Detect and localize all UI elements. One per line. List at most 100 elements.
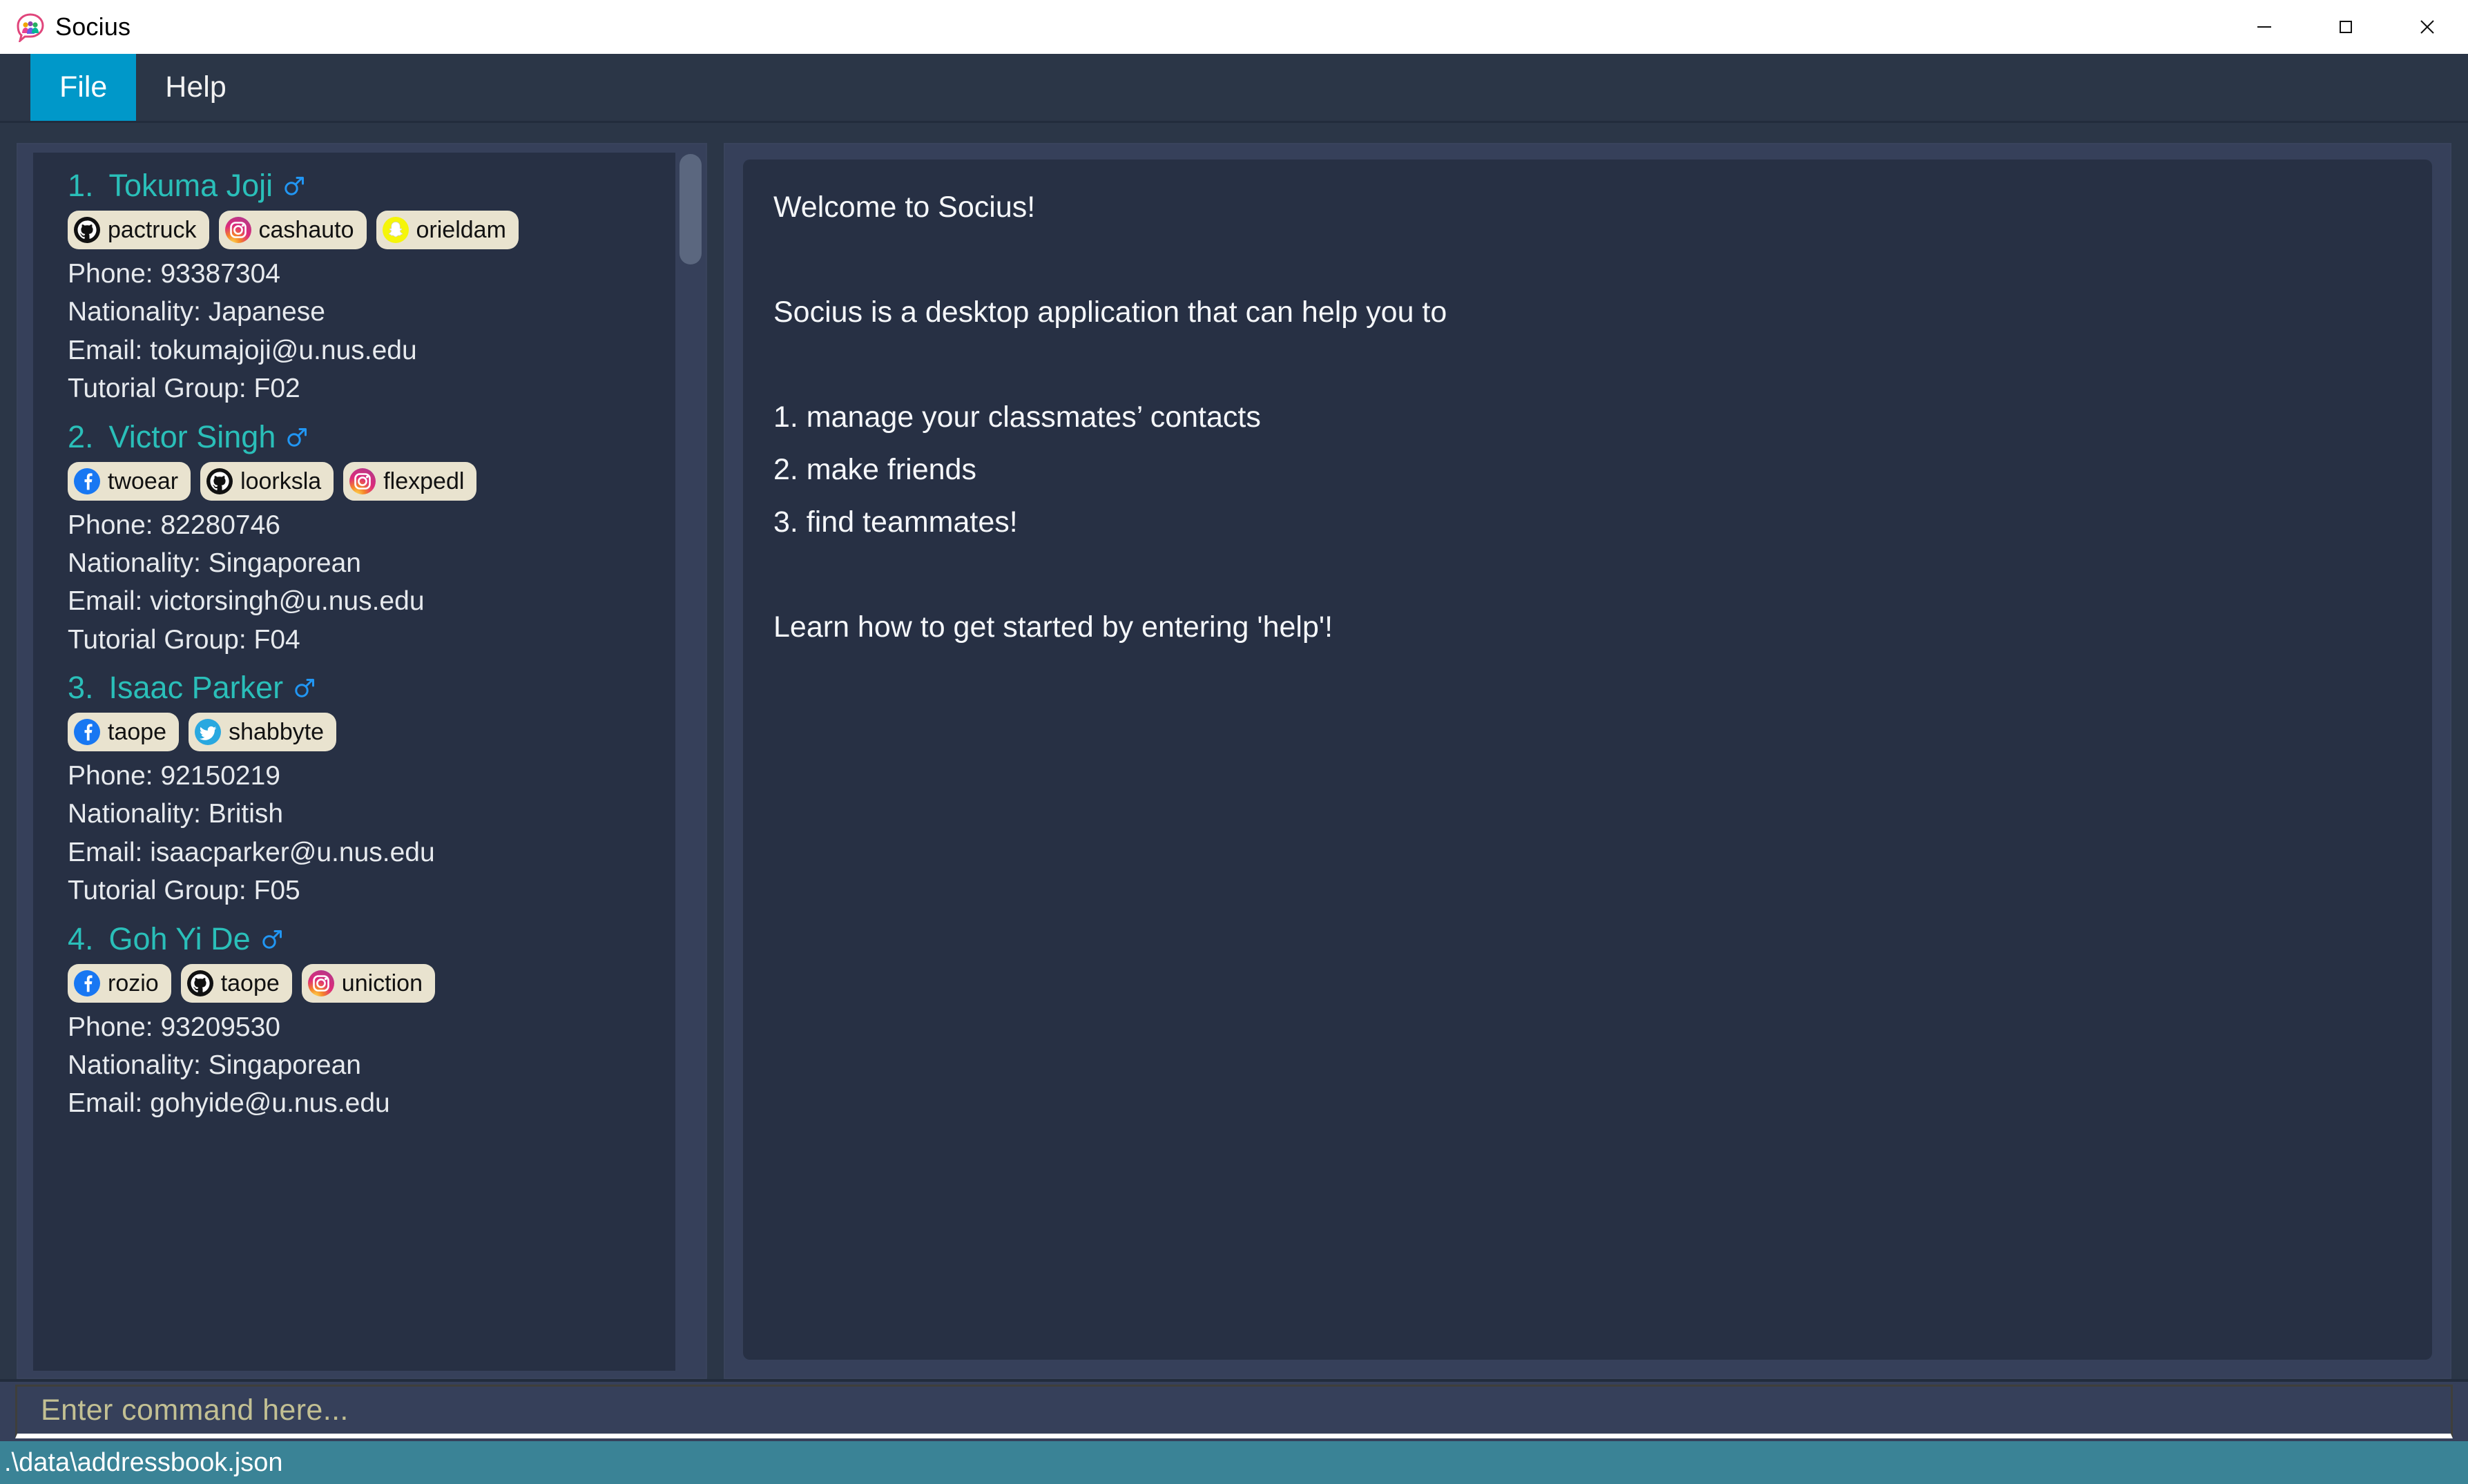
gender-icon-wrap (282, 174, 306, 197)
menu-item-help[interactable]: Help (136, 54, 255, 121)
person-card[interactable]: 2. Victor Singh twoear loorksla flexpedl Phon… (33, 419, 675, 659)
person-nationality: Nationality: Singaporean (68, 1050, 361, 1080)
male-gender-icon (295, 679, 315, 697)
result-line: Socius is a desktop application that can… (773, 296, 1447, 329)
male-gender-icon (262, 929, 282, 949)
command-bar: Enter command here... (0, 1379, 2468, 1441)
facebook-icon (74, 970, 100, 996)
person-index: 3. (68, 670, 94, 705)
person-title: 1. Tokuma Joji (68, 168, 675, 204)
facebook-icon (74, 468, 100, 494)
person-name: Victor Singh (108, 418, 276, 454)
person-list-scrollbar[interactable] (675, 144, 706, 1378)
person-tutorial-group: Tutorial Group: F05 (68, 876, 300, 906)
result-line: Welcome to Socius! (773, 191, 1036, 224)
result-line: 1. manage your classmates’ contacts (773, 401, 1261, 434)
social-tag-twitter[interactable]: shabbyte (189, 713, 337, 751)
person-card[interactable]: 1. Tokuma Joji pactruck cashauto orieldam Pho… (33, 168, 675, 408)
social-tag-instagram[interactable]: flexpedl (343, 461, 477, 501)
command-input-placeholder: Enter command here... (41, 1393, 349, 1427)
facebook-icon (74, 719, 100, 745)
close-button[interactable] (2387, 0, 2468, 54)
gender-icon-wrap (285, 425, 309, 449)
social-tag-handle: flexpedl (383, 468, 465, 494)
person-card[interactable]: 3. Isaac Parker taope shabbyte Phone: 921502… (33, 670, 675, 910)
instagram-icon (349, 468, 376, 494)
title-bar: Socius (0, 0, 2468, 54)
social-tag-handle: twoear (108, 468, 179, 494)
social-tag-github[interactable]: taope (180, 963, 292, 1003)
person-index: 1. (68, 168, 94, 203)
window-controls (2224, 0, 2468, 54)
social-tag-handle: loorksla (240, 468, 322, 494)
social-tag-facebook[interactable]: twoear (68, 461, 191, 501)
minimize-button[interactable] (2224, 0, 2305, 54)
person-email: Email: gohyide@u.nus.edu (68, 1088, 390, 1119)
command-input[interactable]: Enter command here... (15, 1385, 2453, 1438)
person-email: Email: tokumajoji@u.nus.edu (68, 335, 417, 365)
twitter-icon (195, 719, 222, 745)
social-tag-instagram[interactable]: uniction (301, 963, 435, 1003)
social-tag-facebook[interactable]: rozio (68, 963, 171, 1003)
result-line: 3. find teammates! (773, 505, 1018, 539)
status-bar: .\data\addressbook.json (0, 1441, 2468, 1484)
maximize-button[interactable] (2305, 0, 2387, 54)
social-tag-list: rozio taope uniction (68, 963, 675, 1003)
social-tag-snapchat[interactable]: orieldam (376, 211, 519, 249)
scrollbar-thumb[interactable] (679, 154, 702, 264)
snapchat-icon (382, 217, 409, 243)
person-title: 4. Goh Yi De (68, 921, 675, 957)
social-tag-handle: cashauto (258, 217, 354, 243)
result-spacer (773, 245, 2402, 276)
github-icon (206, 468, 233, 494)
main-content: 1. Tokuma Joji pactruck cashauto orieldam Pho… (0, 125, 2468, 1379)
menu-item-file[interactable]: File (30, 54, 137, 121)
socius-app-icon (15, 12, 46, 44)
person-name: Goh Yi De (108, 921, 251, 956)
social-tag-handle: taope (220, 970, 280, 996)
social-tag-list: taope shabbyte (68, 713, 675, 751)
social-tag-github[interactable]: loorksla (200, 461, 334, 501)
person-tutorial-group: Tutorial Group: F02 (68, 374, 300, 404)
gender-icon-wrap (293, 676, 316, 700)
male-gender-icon (285, 177, 305, 195)
social-tag-handle: taope (108, 719, 167, 745)
social-tag-list: pactruck cashauto orieldam (68, 211, 675, 249)
social-tag-list: twoear loorksla flexpedl (68, 461, 675, 501)
person-title: 2. Victor Singh (68, 419, 675, 455)
save-location-status: .\data\addressbook.json (4, 1447, 283, 1477)
instagram-icon (307, 970, 334, 996)
result-display-panel: Welcome to Socius! Socius is a desktop a… (724, 143, 2451, 1379)
social-tag-handle: pactruck (108, 217, 197, 243)
social-tag-facebook[interactable]: taope (68, 713, 180, 751)
person-nationality: Nationality: British (68, 799, 284, 829)
menu-bar: File Help (0, 54, 2468, 123)
github-icon (186, 970, 213, 996)
social-tag-instagram[interactable]: cashauto (218, 211, 367, 249)
person-list[interactable]: 1. Tokuma Joji pactruck cashauto orieldam Pho… (33, 153, 675, 1371)
result-spacer (773, 350, 2402, 381)
social-tag-handle: shabbyte (229, 719, 325, 745)
result-spacer (773, 560, 2402, 591)
person-card[interactable]: 4. Goh Yi De rozio taope uniction Phone: 9320… (33, 921, 675, 1123)
person-email: Email: isaacparker@u.nus.edu (68, 837, 435, 867)
person-name: Isaac Parker (108, 670, 284, 705)
male-gender-icon (287, 427, 307, 447)
window-title: Socius (55, 12, 131, 41)
instagram-icon (224, 217, 251, 243)
person-phone: Phone: 82280746 (68, 510, 280, 540)
person-phone: Phone: 93209530 (68, 1012, 280, 1042)
social-tag-handle: rozio (108, 970, 159, 996)
person-email: Email: victorsingh@u.nus.edu (68, 586, 425, 617)
person-phone: Phone: 92150219 (68, 761, 280, 791)
person-index: 4. (68, 921, 94, 956)
person-name: Tokuma Joji (108, 168, 273, 203)
social-tag-github[interactable]: pactruck (68, 211, 209, 249)
github-icon (74, 217, 100, 243)
person-tutorial-group: Tutorial Group: F04 (68, 624, 300, 655)
person-index: 2. (68, 418, 94, 454)
result-display: Welcome to Socius! Socius is a desktop a… (743, 160, 2432, 1360)
person-nationality: Nationality: Japanese (68, 297, 325, 327)
gender-icon-wrap (260, 927, 284, 951)
result-line: Learn how to get started by entering 'he… (773, 610, 1333, 644)
